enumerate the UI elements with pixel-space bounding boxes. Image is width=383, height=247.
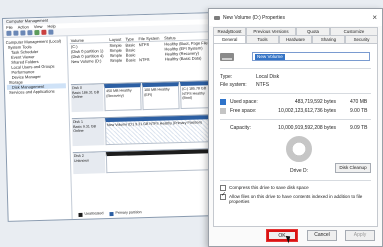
- volume-name-input[interactable]: New Volume: [252, 52, 370, 61]
- ok-button[interactable]: OK: [266, 229, 298, 242]
- index-checkbox[interactable]: [220, 193, 226, 200]
- dialog-titlebar[interactable]: New Volume (D:) Properties ×: [209, 9, 382, 26]
- up-icon[interactable]: [20, 30, 26, 36]
- drive-letter-label: Drive D:: [289, 168, 309, 174]
- general-panel: New Volume Type: Local Disk File system:…: [213, 43, 378, 227]
- screenshot: Computer Management File Action View Hel…: [0, 0, 383, 247]
- computer-management-window: Computer Management File Action View Hel…: [2, 11, 224, 222]
- volume-name-text: New Volume: [255, 53, 285, 60]
- used-space-bytes: 483,719,592 bytes: [294, 99, 336, 105]
- tab-readyboost[interactable]: ReadyBoost: [213, 27, 246, 35]
- menu-action[interactable]: Action: [18, 24, 29, 29]
- divider: [220, 119, 371, 120]
- type-label: Type:: [220, 74, 233, 80]
- legend-label: Primary partition: [115, 210, 142, 215]
- used-space-short: 470 MB: [350, 99, 368, 105]
- disk-label[interactable]: Disk 0 Basic 186.31 GB Online: [70, 84, 104, 113]
- drive-icon: [214, 15, 220, 20]
- properties-dialog: New Volume (D:) Properties × ReadyBoost …: [208, 8, 383, 247]
- unallocated-swatch: [78, 212, 83, 217]
- compress-label: Compress this drive to save disk space: [229, 185, 309, 190]
- divider: [220, 93, 371, 94]
- apply-button[interactable]: Apply: [345, 230, 375, 241]
- tree-item[interactable]: Services and Applications: [7, 88, 66, 95]
- tab-customize[interactable]: Customize: [330, 27, 378, 35]
- back-icon[interactable]: [6, 30, 12, 36]
- usage-donut-chart: [286, 136, 312, 162]
- capacity-short: 9.09 TB: [350, 125, 368, 131]
- menu-help[interactable]: Help: [47, 24, 55, 29]
- menu-view[interactable]: View: [34, 24, 43, 29]
- tab-sharing[interactable]: Sharing: [312, 35, 345, 43]
- compress-option[interactable]: Compress this drive to save disk space: [220, 185, 380, 191]
- disk-row: Disk 0 Basic 186.31 GB Online 450 MB Hea…: [70, 80, 218, 113]
- tab-security[interactable]: Security: [345, 35, 378, 43]
- partition[interactable]: 450 MB Healthy (Recovery): [103, 83, 142, 112]
- used-space-swatch: [220, 99, 226, 105]
- partition[interactable]: 100 MB Healthy (EFI): [141, 82, 180, 111]
- navigation-tree: Computer Management (Local) System Tools…: [3, 36, 73, 221]
- disk-label[interactable]: Disk 1 Basic 9.31 GB Online: [71, 118, 105, 147]
- refresh-icon[interactable]: [48, 29, 54, 35]
- partition-new-volume[interactable]: New Volume (D:) 9.31 GB NTFS Healthy (Pr…: [104, 115, 219, 146]
- tab-previous-versions[interactable]: Previous Versions: [246, 27, 296, 35]
- forward-icon[interactable]: [13, 30, 19, 36]
- menu-file[interactable]: File: [6, 25, 13, 30]
- disk-row: Disk 2 Unknown: [72, 147, 220, 175]
- primary-swatch: [109, 211, 114, 216]
- index-label: Allow files on this drive to have conten…: [229, 194, 363, 205]
- tab-hardware[interactable]: Hardware: [279, 35, 312, 43]
- dialog-button-bar: OK Cancel Apply: [209, 229, 382, 244]
- tab-general[interactable]: General: [213, 35, 246, 43]
- used-space-label: Used space:: [230, 99, 258, 105]
- drive-icon: [220, 52, 234, 61]
- type-value: Local Disk: [256, 74, 280, 80]
- cancel-button[interactable]: Cancel: [307, 230, 337, 241]
- free-space-label: Free space:: [230, 108, 257, 114]
- tab-strip: ReadyBoost Previous Versions Quota Custo…: [209, 27, 382, 43]
- divider: [220, 68, 371, 69]
- compress-checkbox[interactable]: [220, 185, 226, 191]
- legend-label: Unallocated: [84, 211, 104, 216]
- tab-quota[interactable]: Quota: [296, 27, 330, 35]
- free-space-bytes: 10,002,123,612,736 bytes: [278, 108, 336, 114]
- volume-table: Volume Layout Type File System Status (C…: [69, 34, 217, 64]
- index-option[interactable]: Allow files on this drive to have conten…: [220, 193, 380, 205]
- tab-tools[interactable]: Tools: [246, 35, 279, 43]
- partition[interactable]: [105, 148, 220, 174]
- volume-pane: Volume Layout Type File System Status (C…: [68, 32, 223, 219]
- delete-icon[interactable]: [41, 29, 47, 35]
- properties-icon[interactable]: [27, 30, 33, 36]
- disk-label[interactable]: Disk 2 Unknown: [72, 152, 106, 175]
- legend: Unallocated Primary partition: [78, 210, 142, 217]
- filesystem-value: NTFS: [256, 82, 270, 88]
- console-body: Computer Management (Local) System Tools…: [3, 32, 223, 221]
- free-space-swatch: [220, 108, 226, 114]
- close-icon[interactable]: ×: [372, 13, 377, 22]
- help-icon[interactable]: [34, 29, 40, 36]
- filesystem-label: File system:: [220, 82, 247, 88]
- divider: [220, 180, 371, 181]
- free-space-short: 9.00 TB: [350, 108, 368, 114]
- dialog-title: New Volume (D:) Properties: [223, 14, 285, 21]
- disk-cleanup-button[interactable]: Disk Cleanup: [335, 163, 371, 173]
- disk-row: Disk 1 Basic 9.31 GB Online New Volume (…: [71, 114, 219, 147]
- capacity-label: Capacity:: [230, 125, 251, 131]
- capacity-bytes: 10,000,919,592,208 bytes: [278, 125, 336, 131]
